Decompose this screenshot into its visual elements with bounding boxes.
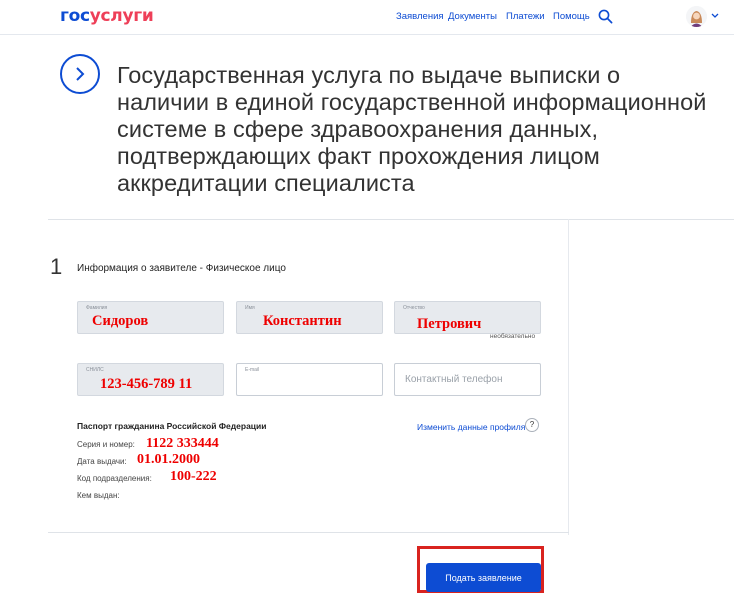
search-icon[interactable] xyxy=(598,9,613,24)
email-field[interactable]: E-mail xyxy=(236,363,383,396)
snils-value: 123-456-789 11 xyxy=(100,376,193,392)
passport-issuer-label: Кем выдан: xyxy=(77,491,120,500)
passport-date-label: Дата выдачи: xyxy=(77,457,127,466)
patronymic-optional-note: необязательно xyxy=(490,333,536,340)
snils-field[interactable]: СНИЛС 123-456-789 11 xyxy=(77,363,224,396)
page-title: Государственная услуга по выдаче выписки… xyxy=(117,62,707,196)
passport-series-label: Серия и номер: xyxy=(77,440,135,449)
name-value: Константин xyxy=(263,313,342,329)
form-right-border xyxy=(568,219,569,535)
email-label: E-mail xyxy=(245,367,260,373)
name-label: Имя xyxy=(245,305,255,311)
patronymic-value: Петрович xyxy=(417,316,482,332)
submit-application-button[interactable]: Подать заявление xyxy=(426,563,541,592)
surname-label: Фамилия xyxy=(86,305,108,311)
nav-payments[interactable]: Платежи xyxy=(506,11,545,22)
surname-field[interactable]: Фамилия Сидоров xyxy=(77,301,224,334)
divider-bottom xyxy=(48,532,569,533)
user-avatar-icon xyxy=(686,6,707,27)
phone-placeholder: Контактный телефон xyxy=(405,374,503,385)
passport-date-value: 01.01.2000 xyxy=(137,452,200,467)
snils-label: СНИЛС xyxy=(86,367,104,373)
top-header: госуслуги Заявления Документы Платежи По… xyxy=(0,0,734,35)
edit-profile-link[interactable]: Изменить данные профиля xyxy=(417,422,525,432)
passport-title: Паспорт гражданина Российской Федерации xyxy=(77,421,267,431)
patronymic-label: Отчество xyxy=(403,305,425,311)
nav-documents[interactable]: Документы xyxy=(448,11,497,22)
chevron-right-circle-icon xyxy=(60,54,100,94)
surname-value: Сидоров xyxy=(92,313,149,329)
user-avatar[interactable] xyxy=(686,6,707,27)
step-number: 1 xyxy=(50,254,63,279)
passport-code-label: Код подразделения: xyxy=(77,474,152,483)
phone-field[interactable]: Контактный телефон xyxy=(394,363,541,396)
nav-applications[interactable]: Заявления xyxy=(396,11,444,22)
help-icon[interactable]: ? xyxy=(525,418,539,432)
patronymic-field[interactable]: Отчество Петрович xyxy=(394,301,541,334)
name-field[interactable]: Имя Константин xyxy=(236,301,383,334)
passport-code-value: 100-222 xyxy=(170,469,217,484)
logo-part-gos: гос xyxy=(60,6,90,26)
gosuslugi-logo[interactable]: госуслуги xyxy=(60,6,154,26)
divider-top xyxy=(48,219,734,220)
step-title: Информация о заявителе - Физическое лицо xyxy=(77,263,286,274)
nav-help[interactable]: Помощь xyxy=(553,11,590,22)
chevron-down-icon[interactable] xyxy=(711,13,719,19)
passport-series-value: 1122 333444 xyxy=(146,436,219,451)
logo-part-uslugi: услуги xyxy=(89,6,154,26)
